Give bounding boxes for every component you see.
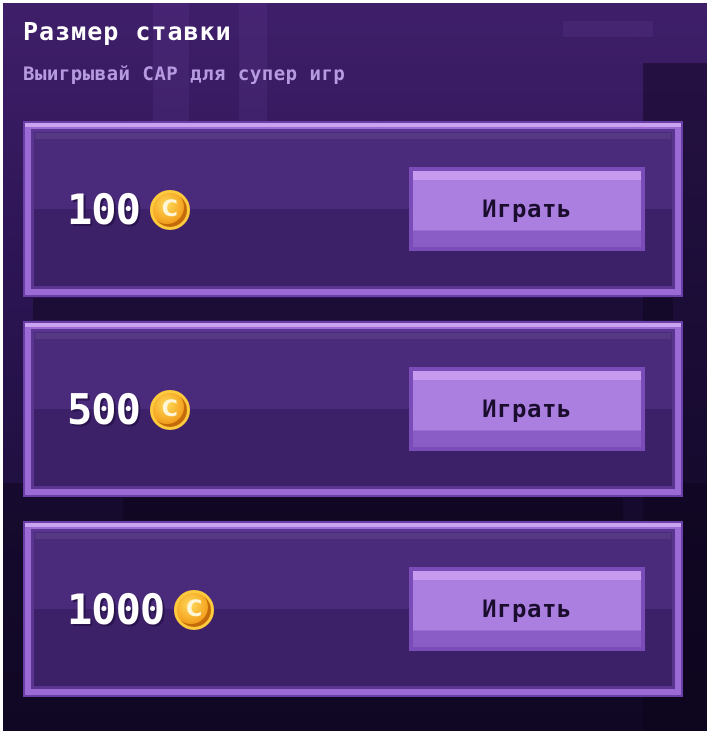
page-title: Размер ставки: [23, 17, 232, 46]
bet-card-100: 100 C Играть: [25, 123, 681, 295]
bet-size-screen: Размер ставки Выигрывай CAP для супер иг…: [3, 3, 707, 731]
coin-icon: C: [174, 589, 215, 630]
play-button-100[interactable]: Играть: [409, 167, 645, 251]
card-highlight: [35, 533, 671, 539]
play-button-label: Играть: [482, 395, 572, 423]
bet-amount-value: 1000: [67, 585, 165, 634]
card-highlight: [35, 133, 671, 139]
coin-icon: C: [149, 189, 190, 230]
play-button-1000[interactable]: Играть: [409, 567, 645, 651]
background-building: [123, 498, 623, 520]
bet-card-500: 500 C Играть: [25, 323, 681, 495]
background-column: [563, 21, 653, 37]
bet-amount-value: 500: [67, 385, 141, 434]
card-highlight: [35, 333, 671, 339]
play-button-label: Играть: [482, 195, 572, 223]
bet-card-1000: 1000 C Играть: [25, 523, 681, 695]
bet-amount-value: 100: [67, 185, 141, 234]
bet-amount: 500 C: [67, 385, 190, 434]
coin-icon: C: [149, 389, 190, 430]
play-button-500[interactable]: Играть: [409, 367, 645, 451]
background-building: [33, 298, 673, 320]
page-subtitle: Выигрывай CAP для супер игр: [23, 63, 346, 85]
bet-amount: 1000 C: [67, 585, 215, 634]
play-button-label: Играть: [482, 595, 572, 623]
bet-amount: 100 C: [67, 185, 190, 234]
